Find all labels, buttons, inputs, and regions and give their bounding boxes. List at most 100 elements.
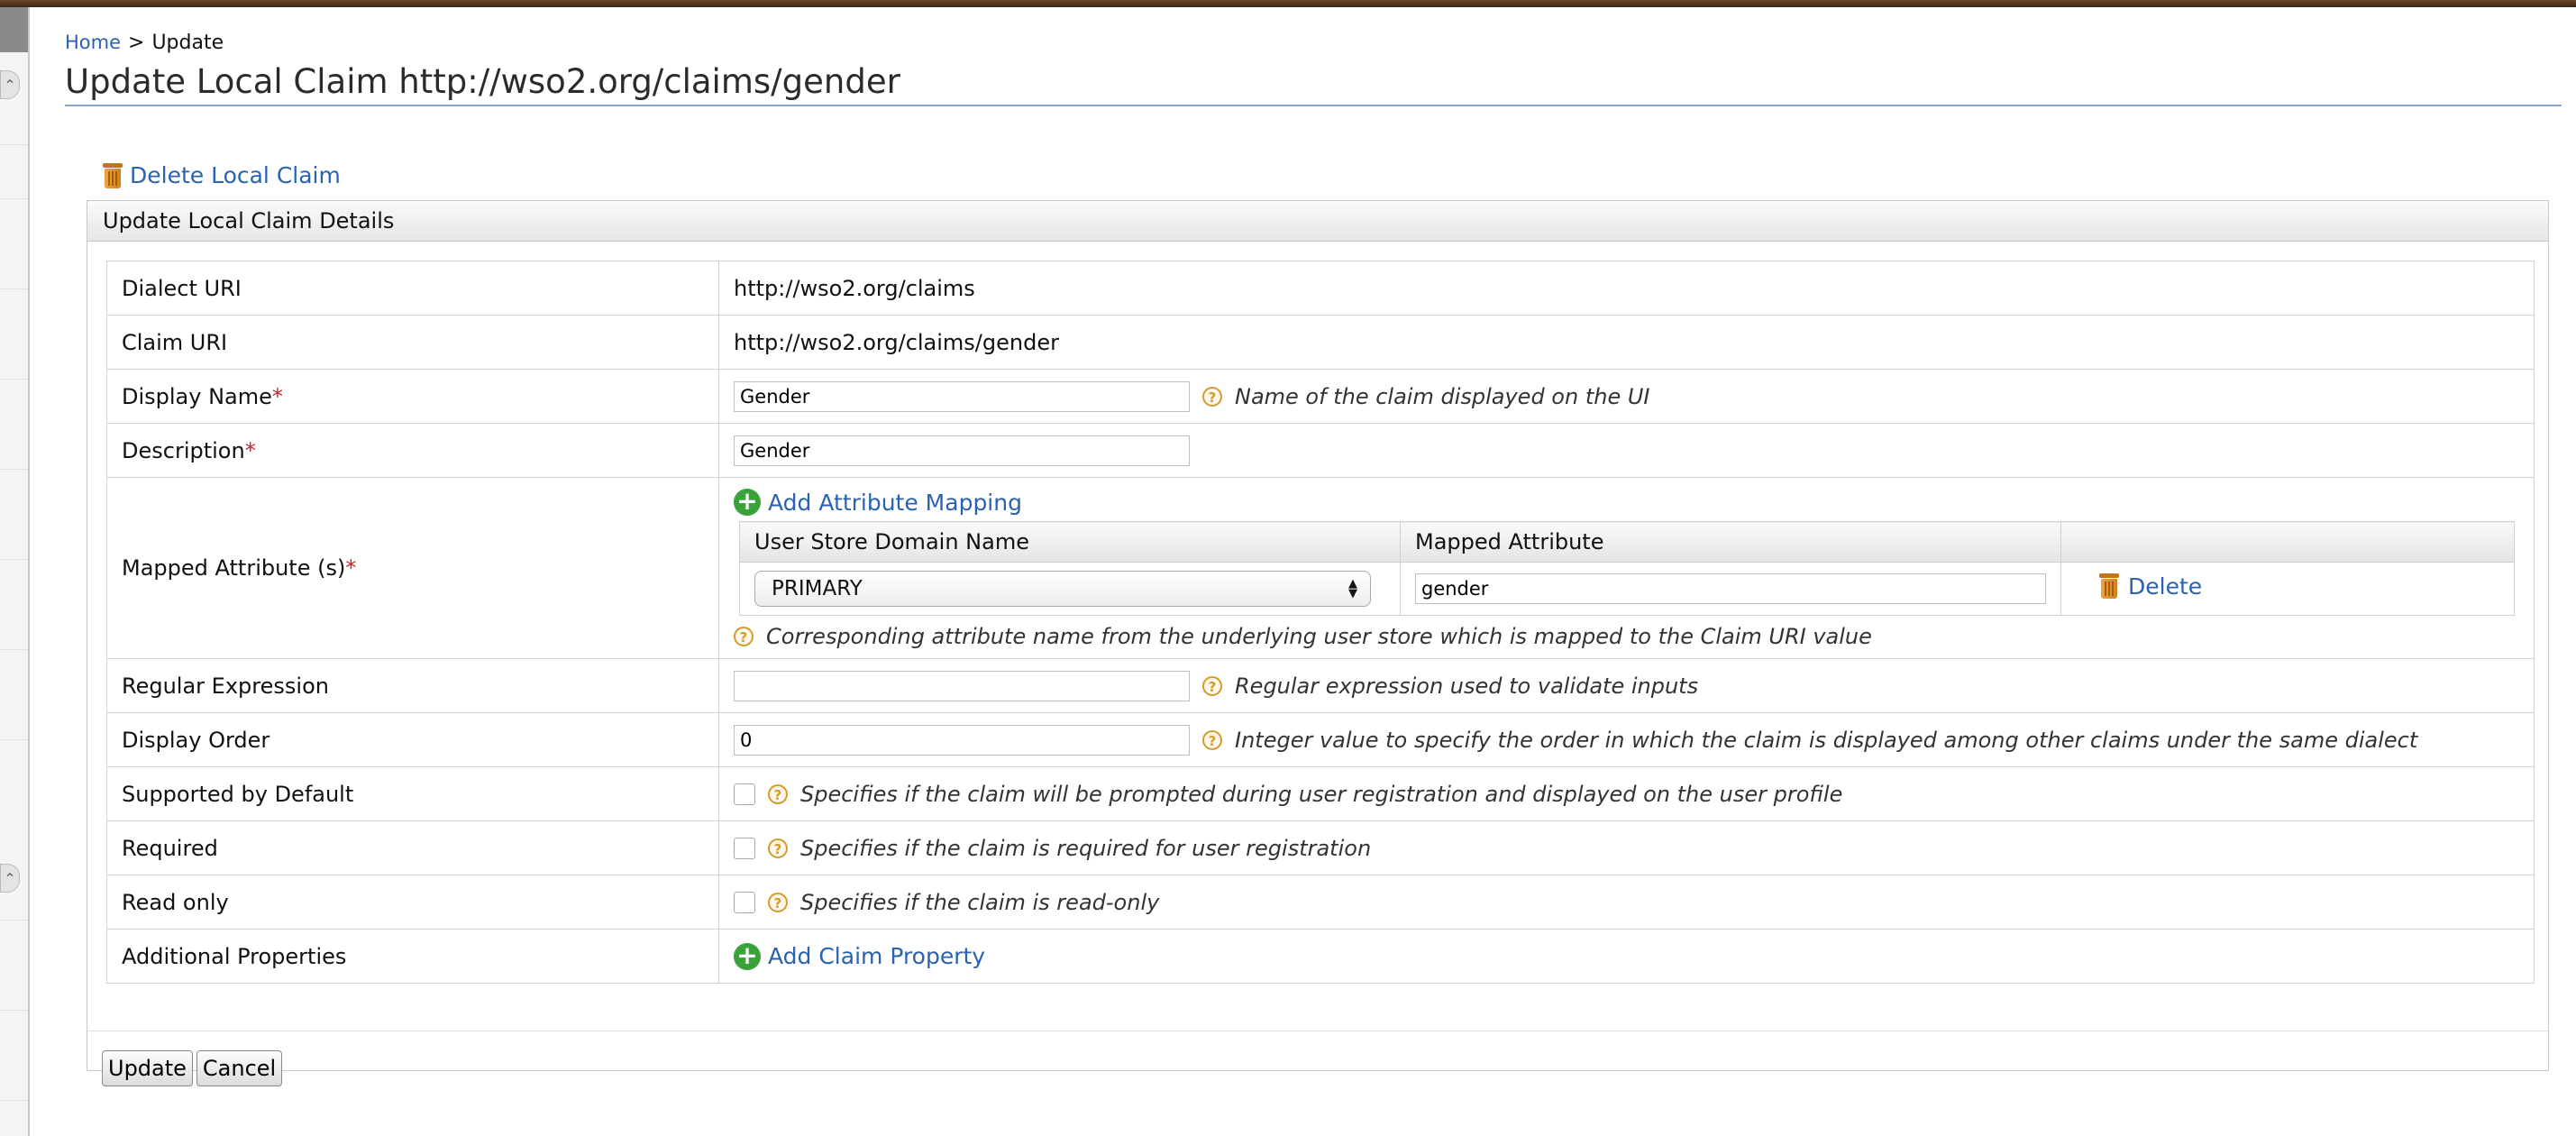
- collapse-up-icon[interactable]: ⌃: [0, 70, 20, 99]
- help-icon: ?: [768, 893, 788, 912]
- claim-uri-value: http://wso2.org/claims/gender: [718, 315, 2535, 370]
- required-mark: *: [271, 383, 283, 409]
- add-icon: +: [734, 489, 761, 516]
- help-icon: ?: [1202, 386, 1222, 407]
- table-row: Display Name* ? Name of the claim display…: [106, 369, 2535, 424]
- required-label: Required: [106, 820, 719, 875]
- supported-by-default-cell: ? Specifies if the claim will be prompted…: [718, 766, 2535, 821]
- regex-input[interactable]: [734, 670, 1190, 701]
- table-row: Regular Expression ? Regular expression u…: [106, 658, 2535, 713]
- delete-mapping-label: Delete: [2128, 573, 2203, 600]
- mapped-attribute-input[interactable]: [1415, 573, 2046, 604]
- table-row: Required ? Specifies if the claim is requ…: [106, 820, 2535, 875]
- required-hint: Specifies if the claim is required for u…: [800, 836, 1372, 861]
- divider: [0, 469, 28, 470]
- divider: [0, 379, 28, 380]
- table-header-row: User Store Domain Name Mapped Attribute: [739, 521, 2515, 563]
- table-row: Additional Properties + Add Claim Propert…: [106, 929, 2535, 984]
- delete-local-claim-link[interactable]: Delete Local Claim: [103, 162, 341, 188]
- add-attribute-mapping-link[interactable]: + Add Attribute Mapping: [734, 489, 1022, 516]
- table-row: Claim URI http://wso2.org/claims/gender: [106, 315, 2535, 370]
- divider: [0, 739, 28, 740]
- required-cell: ? Specifies if the claim is required for …: [718, 820, 2535, 875]
- read-only-hint: Specifies if the claim is read-only: [800, 890, 1160, 915]
- update-button[interactable]: Update: [102, 1050, 193, 1086]
- read-only-checkbox[interactable]: [734, 892, 755, 913]
- delete-local-claim-label: Delete Local Claim: [130, 162, 341, 188]
- mapped-attributes-label: Mapped Attribute (s): [122, 555, 346, 581]
- display-order-hint: Integer value to specify the order in wh…: [1235, 727, 2418, 753]
- select-value: PRIMARY: [772, 577, 863, 600]
- collapse-up-icon[interactable]: ⌃: [0, 864, 20, 893]
- required-checkbox[interactable]: [734, 838, 755, 859]
- description-label-cell: Description*: [106, 423, 719, 478]
- display-name-hint: Name of the claim displayed on the UI: [1235, 383, 1650, 409]
- column-header-domain: User Store Domain Name: [739, 521, 1401, 563]
- cancel-button[interactable]: Cancel: [196, 1050, 283, 1086]
- trash-icon: [2099, 573, 2119, 600]
- regex-hint: Regular expression used to validate inpu…: [1235, 673, 1699, 699]
- main-content: Home > Update Update Local Claim http://ws…: [65, 29, 2562, 1086]
- read-only-cell: ? Specifies if the claim is read-only: [718, 875, 2535, 930]
- breadcrumb-home-link[interactable]: Home: [65, 32, 121, 53]
- divider: [0, 559, 28, 560]
- description-input[interactable]: [734, 435, 1190, 466]
- dialect-uri-label: Dialect URI: [106, 261, 719, 316]
- mapped-attributes-cell: + Add Attribute Mapping User Store Domain…: [718, 477, 2535, 659]
- left-strip-header: [0, 7, 28, 52]
- description-cell: [718, 423, 2535, 478]
- breadcrumb-separator: >: [128, 32, 145, 54]
- table-row: PRIMARY ▲▼ Delete: [739, 562, 2515, 616]
- divider: [0, 198, 28, 199]
- description-label: Description: [122, 437, 245, 463]
- panel-heading: Update Local Claim Details: [87, 201, 2548, 242]
- table-row: Display Order ? Integer value to specify …: [106, 712, 2535, 767]
- display-order-input[interactable]: [734, 724, 1190, 756]
- add-attribute-mapping-label: Add Attribute Mapping: [768, 489, 1022, 516]
- form-buttons: Update Cancel: [102, 1050, 286, 1086]
- page-title: Update Local Claim http://wso2.org/claim…: [65, 60, 2562, 106]
- divider: [0, 1010, 28, 1011]
- display-order-cell: ? Integer value to specify the order in w…: [718, 712, 2535, 767]
- display-name-label-cell: Display Name*: [106, 369, 719, 424]
- display-name-input[interactable]: [734, 380, 1190, 412]
- regex-label: Regular Expression: [106, 658, 719, 713]
- select-arrows-icon: ▲ ▼: [1348, 577, 1357, 600]
- table-row: Read only ? Specifies if the claim is rea…: [106, 875, 2535, 930]
- supported-by-default-hint: Specifies if the claim will be prompted …: [800, 782, 1843, 807]
- add-claim-property-link[interactable]: + Add Claim Property: [734, 942, 986, 970]
- required-mark: *: [244, 437, 256, 463]
- delete-cell: Delete: [2060, 562, 2515, 616]
- divider: [0, 1100, 28, 1101]
- breadcrumb-current: Update: [151, 32, 224, 54]
- help-icon: ?: [768, 838, 788, 858]
- column-header-actions: [2060, 521, 2515, 563]
- supported-by-default-label: Supported by Default: [106, 766, 719, 821]
- divider: [0, 144, 28, 145]
- user-store-domain-select[interactable]: PRIMARY ▲ ▼: [754, 571, 1371, 607]
- attribute-cell: [1400, 562, 2061, 616]
- supported-by-default-checkbox[interactable]: [734, 783, 755, 805]
- left-side-strip: ⌃ ⌃: [0, 7, 30, 1136]
- delete-mapping-link[interactable]: Delete: [2099, 573, 2202, 600]
- divider: [0, 920, 28, 921]
- read-only-label: Read only: [106, 875, 719, 930]
- mapped-attributes-hint: Corresponding attribute name from the un…: [766, 624, 1872, 649]
- add-claim-property-label: Add Claim Property: [768, 943, 986, 969]
- trash-icon: [103, 162, 123, 188]
- display-name-cell: ? Name of the claim displayed on the UI: [718, 369, 2535, 424]
- additional-properties-label: Additional Properties: [106, 929, 719, 984]
- claim-uri-label: Claim URI: [106, 315, 719, 370]
- required-mark: *: [345, 555, 357, 581]
- help-icon: ?: [1202, 675, 1222, 696]
- add-icon: +: [734, 942, 761, 970]
- domain-cell: PRIMARY ▲ ▼: [739, 562, 1401, 616]
- attribute-mapping-table: User Store Domain Name Mapped Attribute …: [739, 521, 2515, 616]
- breadcrumb: Home > Update: [65, 29, 2562, 56]
- table-row: Dialect URI http://wso2.org/claims: [106, 261, 2535, 316]
- table-row: Supported by Default ? Specifies if the c…: [106, 766, 2535, 821]
- additional-properties-cell: + Add Claim Property: [718, 929, 2535, 984]
- table-row: Description*: [106, 423, 2535, 478]
- display-order-label: Display Order: [106, 712, 719, 767]
- help-icon: ?: [1202, 729, 1222, 750]
